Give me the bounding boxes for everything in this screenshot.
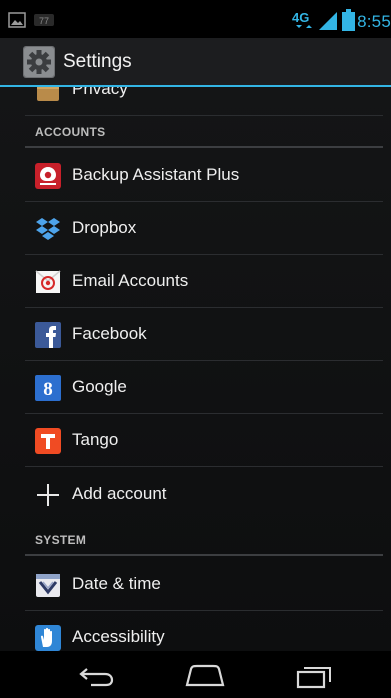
list-item-label: Tango: [72, 430, 119, 449]
section-divider: [25, 554, 383, 556]
signal-icon: [319, 12, 337, 30]
status-bar: 77 4G 8:55: [0, 0, 391, 38]
divider: [25, 466, 383, 467]
tango-icon: [35, 428, 61, 454]
navigation-bar: [0, 651, 391, 698]
list-item-label: Date & time: [72, 574, 161, 593]
list-item-email-accounts[interactable]: Email Accounts: [0, 255, 391, 307]
email-icon: [35, 270, 61, 293]
home-icon[interactable]: [183, 663, 227, 689]
settings-list[interactable]: Privacy ACCOUNTS Backup Assistant Plus D…: [0, 87, 391, 651]
list-item-backup-assistant-plus[interactable]: Backup Assistant Plus: [0, 149, 391, 201]
svg-text:8: 8: [43, 379, 53, 400]
settings-gear-icon[interactable]: [23, 46, 55, 78]
action-bar: Settings: [0, 38, 391, 87]
section-header-system: SYSTEM: [35, 533, 87, 547]
divider: [25, 115, 383, 116]
list-item-label: Dropbox: [72, 218, 137, 237]
plus-icon: [37, 484, 59, 506]
network-type-label: 4G: [292, 10, 309, 25]
section-divider: [25, 146, 383, 148]
svg-text:77: 77: [39, 16, 49, 26]
list-item-privacy[interactable]: Privacy: [0, 87, 391, 115]
list-item-label: Accessibility: [72, 627, 165, 646]
list-item-google[interactable]: 8 Google: [0, 361, 391, 413]
google-icon: 8: [35, 375, 61, 401]
list-item-facebook[interactable]: Facebook: [0, 308, 391, 360]
page-title: Settings: [63, 51, 132, 72]
list-item-label: Backup Assistant Plus: [72, 165, 240, 184]
image-notification-icon: [8, 12, 26, 28]
list-item-date-time[interactable]: Date & time: [0, 558, 391, 610]
back-icon[interactable]: [77, 663, 117, 689]
list-item-label: Privacy: [72, 87, 128, 98]
privacy-icon: [37, 87, 59, 101]
accessibility-hand-icon: [35, 625, 61, 651]
list-item-label: Email Accounts: [72, 271, 189, 290]
battery-icon: [342, 9, 355, 31]
recent-apps-icon[interactable]: [295, 663, 335, 689]
list-item-label: Add account: [72, 484, 167, 503]
add-account-button[interactable]: Add account: [0, 468, 391, 520]
list-item-label: Facebook: [72, 324, 147, 343]
calendar-clock-icon: [36, 574, 60, 597]
voicemail-icon: 77: [34, 14, 54, 26]
list-item-dropbox[interactable]: Dropbox: [0, 202, 391, 254]
section-header-accounts: ACCOUNTS: [35, 125, 106, 139]
lte-icon: 4G: [292, 10, 312, 28]
backup-assistant-icon: [35, 163, 61, 189]
list-item-label: Google: [72, 377, 127, 396]
dropbox-icon: [36, 218, 60, 240]
list-item-accessibility[interactable]: Accessibility: [0, 611, 391, 651]
status-time: 8:55: [357, 12, 391, 31]
facebook-icon: [35, 322, 61, 348]
phone-screen: 77 4G 8:55 Settings Privacy ACCOUNTS Bac…: [0, 0, 391, 698]
list-item-tango[interactable]: Tango: [0, 414, 391, 466]
